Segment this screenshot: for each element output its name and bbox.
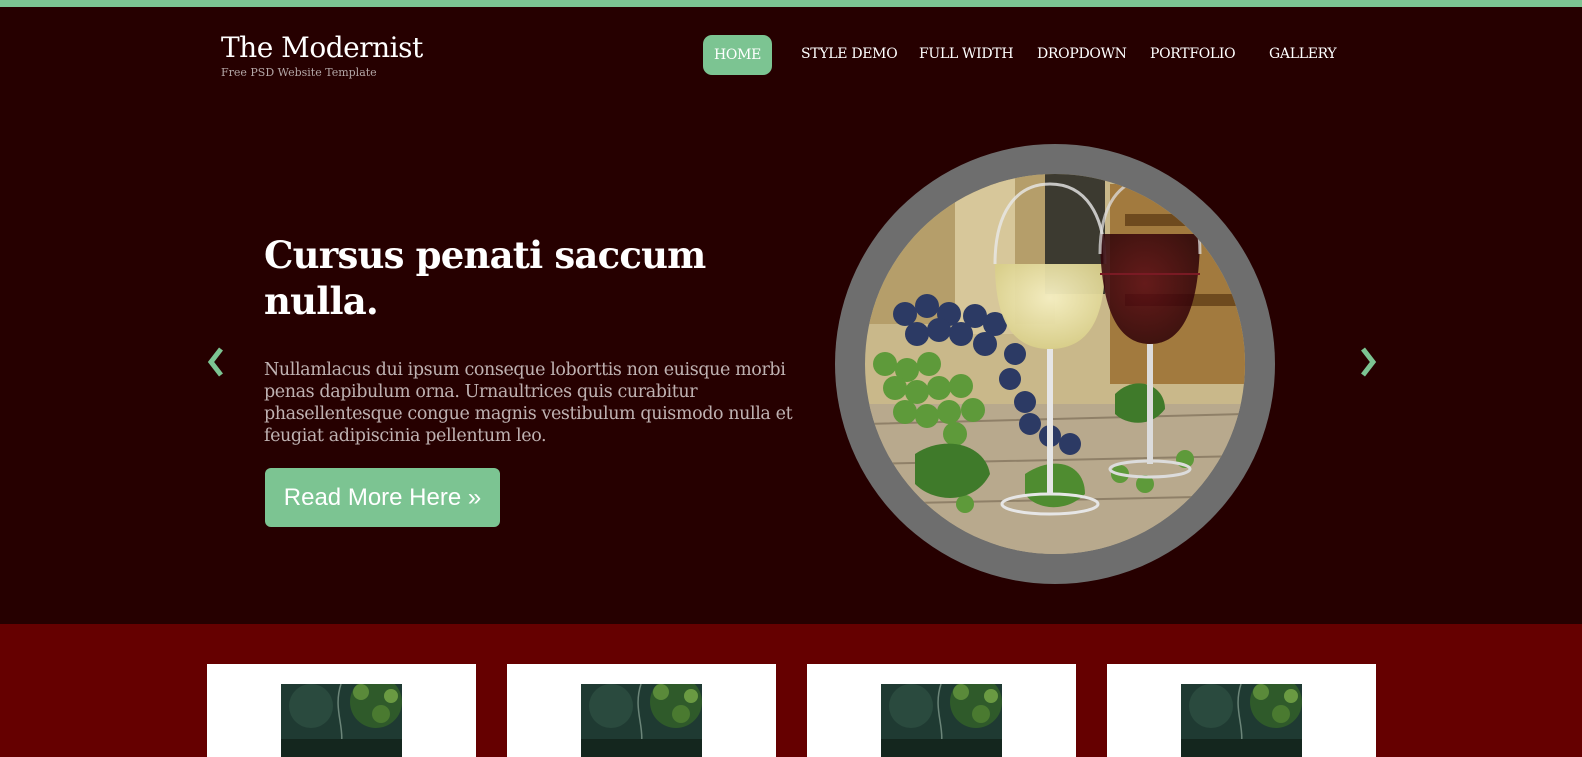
nav-portfolio[interactable]: PORTFOLIO <box>1150 45 1236 63</box>
features-section <box>0 624 1582 757</box>
feature-card[interactable] <box>1107 664 1376 757</box>
nav-full-width[interactable]: FULL WIDTH <box>919 45 1014 63</box>
forest-thumbnail-art <box>1181 684 1302 757</box>
nav-home[interactable]: HOME <box>703 35 773 75</box>
site-header: The Modernist Free PSD Website Template … <box>0 7 1582 102</box>
chevron-right-icon[interactable] <box>1356 344 1380 380</box>
slide-title: Cursus penati saccum nulla. <box>264 233 706 323</box>
site-tagline: Free PSD Website Template <box>221 66 377 79</box>
forest-thumbnail[interactable] <box>281 684 402 757</box>
feature-card[interactable] <box>207 664 476 757</box>
feature-card[interactable] <box>807 664 1076 757</box>
nav-dropdown[interactable]: DROPDOWN <box>1037 45 1127 63</box>
chevron-right-icon-glyph <box>1361 347 1377 377</box>
nav-gallery[interactable]: GALLERY <box>1269 45 1337 63</box>
forest-thumbnail[interactable] <box>881 684 1002 757</box>
slide-description: Nullamlacus dui ipsum conseque loborttis… <box>264 360 793 446</box>
forest-thumbnail-art <box>881 684 1002 757</box>
forest-thumbnail[interactable] <box>581 684 702 757</box>
forest-thumbnail[interactable] <box>1181 684 1302 757</box>
slide-image-frame <box>835 144 1275 584</box>
nav-style-demo[interactable]: STYLE DEMO <box>801 45 898 63</box>
site-title[interactable]: The Modernist <box>221 31 423 65</box>
chevron-left-icon[interactable] <box>204 344 228 380</box>
forest-thumbnail-art <box>281 684 402 757</box>
top-accent-strip <box>0 0 1582 7</box>
read-more-button[interactable]: Read More Here » <box>265 468 500 527</box>
wine-grapes-illustration <box>865 174 1245 554</box>
chevron-left-icon-glyph <box>207 347 223 377</box>
feature-card[interactable] <box>507 664 776 757</box>
forest-thumbnail-art <box>581 684 702 757</box>
wine-grapes-image <box>865 174 1245 554</box>
